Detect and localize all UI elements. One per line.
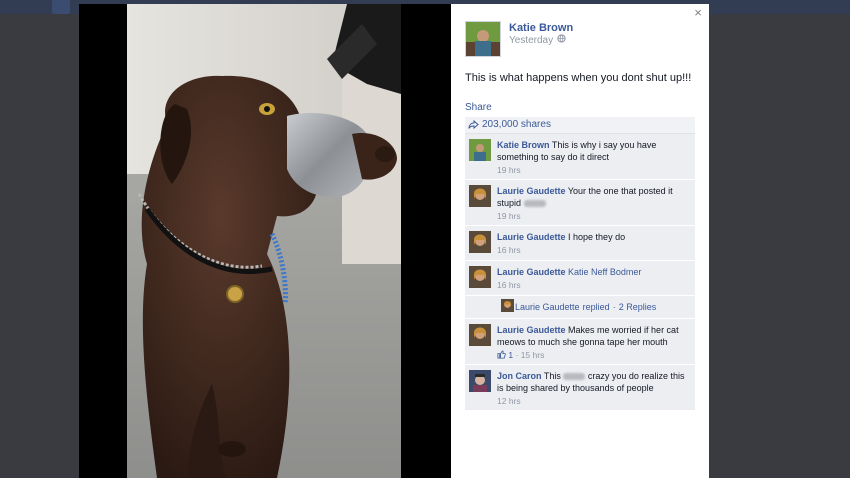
comment-item: Katie Brown This is why i say you have s… [465, 134, 695, 180]
comment-time[interactable]: 19 hrs [497, 165, 689, 175]
comment-item: Laurie Gaudette Makes me worried if her … [465, 319, 695, 365]
photo-stage [79, 4, 451, 478]
post-timestamp[interactable]: Yesterday [509, 35, 553, 46]
commenter-name[interactable]: Laurie Gaudette [497, 325, 566, 335]
facebook-logo [52, 0, 70, 14]
author-avatar[interactable] [465, 21, 501, 57]
reply-separator: · [612, 302, 616, 312]
replies-count-link[interactable]: 2 Replies [619, 302, 657, 312]
commenter-avatar[interactable] [469, 324, 491, 346]
commenter-avatar[interactable] [469, 266, 491, 288]
comment-time[interactable]: 12 hrs [497, 396, 689, 406]
comment-text: I hope they do [568, 232, 626, 242]
post-side-panel: × Katie Brown Yesterday This is what hap… [451, 4, 709, 478]
comment-time[interactable]: 19 hrs [497, 211, 689, 221]
comment-time[interactable]: 15 hrs [521, 350, 545, 360]
replier-name[interactable]: Laurie Gaudette [515, 302, 580, 312]
reply-action: replied [582, 302, 610, 312]
commenter-name[interactable]: Katie Brown [497, 140, 550, 150]
comment-time[interactable]: 16 hrs [497, 245, 689, 255]
dog-photo-illustration [127, 4, 401, 478]
close-icon[interactable]: × [691, 6, 705, 20]
commenter-avatar[interactable] [469, 139, 491, 161]
replier-avatar [501, 299, 514, 312]
meta-separator: · [515, 350, 519, 360]
censored-word [563, 373, 586, 381]
commenter-name[interactable]: Laurie Gaudette [497, 267, 566, 277]
commenter-avatar[interactable] [469, 185, 491, 207]
comment-time[interactable]: 16 hrs [497, 280, 689, 290]
public-globe-icon[interactable] [557, 34, 566, 43]
shares-count-row[interactable]: 203,000 shares [465, 117, 695, 134]
shares-count[interactable]: 203,000 shares [482, 119, 551, 130]
commenter-name[interactable]: Laurie Gaudette [497, 232, 566, 242]
censored-word [523, 200, 546, 208]
post-message: This is what happens when you dont shut … [465, 72, 692, 84]
author-name[interactable]: Katie Brown [509, 22, 573, 34]
comment-text-start: This [543, 371, 561, 381]
comment-item: Laurie Gaudette Katie Neff Bodmer 16 hrs [465, 261, 695, 296]
view-replies-row[interactable]: Laurie Gaudette replied · 2 Replies [465, 296, 695, 319]
comment-item: Laurie Gaudette Your the one that posted… [465, 180, 695, 226]
post-photo[interactable] [127, 4, 401, 478]
comment-likes-count[interactable]: 1 [508, 350, 513, 360]
commenter-name[interactable]: Laurie Gaudette [497, 186, 566, 196]
commenter-avatar[interactable] [469, 231, 491, 253]
tagged-person-link[interactable]: Katie Neff Bodmer [568, 267, 641, 277]
share-arrow-icon [468, 119, 479, 129]
thumbs-up-icon [497, 350, 506, 359]
comment-item: Jon Caron This crazy you do realize this… [465, 365, 695, 411]
comment-item: Laurie Gaudette I hope they do 16 hrs [465, 226, 695, 261]
commenter-avatar[interactable] [469, 370, 491, 392]
commenter-name[interactable]: Jon Caron [497, 371, 542, 381]
comments-section: 203,000 shares Katie Brown This is why i… [465, 117, 695, 411]
share-link[interactable]: Share [465, 102, 492, 113]
